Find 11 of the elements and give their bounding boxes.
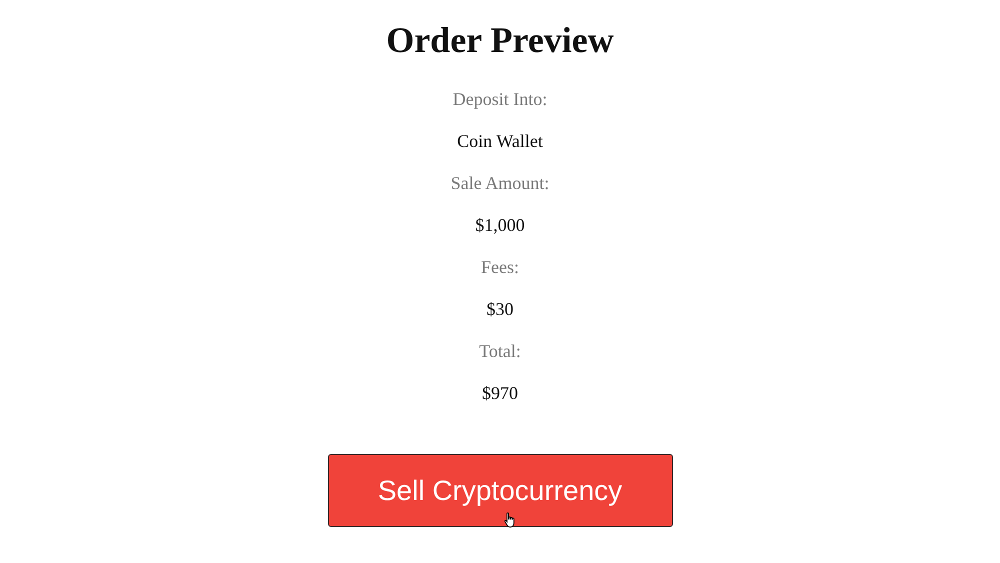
field-value: $1,000 <box>475 214 525 237</box>
field-label: Deposit Into: <box>452 88 548 111</box>
field-label: Total: <box>479 340 521 363</box>
hand-cursor-icon <box>504 512 516 528</box>
field-value: $30 <box>486 298 514 321</box>
field-label: Fees: <box>481 256 519 279</box>
field-label: Sale Amount: <box>450 172 550 195</box>
page-title: Order Preview <box>386 20 614 60</box>
field-value: Coin Wallet <box>457 130 543 153</box>
field-value: $970 <box>482 382 518 405</box>
sell-button[interactable]: Sell Cryptocurrency <box>328 454 672 527</box>
